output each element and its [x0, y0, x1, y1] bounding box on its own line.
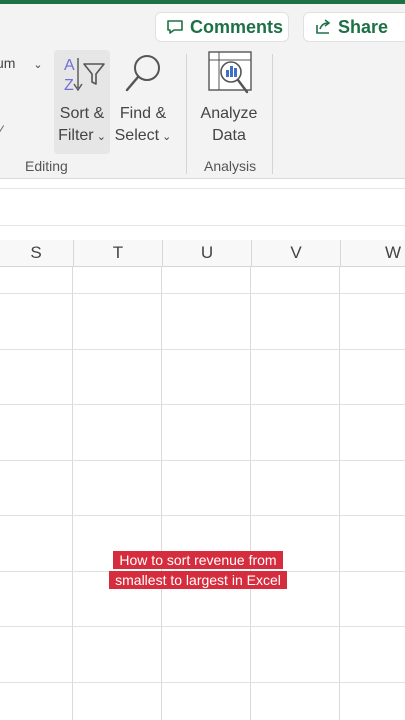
autosum-label: um: [0, 55, 16, 71]
grid-line: [0, 460, 405, 461]
analyze-data-icon: [208, 51, 252, 94]
chevron-down-icon: ⌄: [93, 131, 106, 143]
column-header-v[interactable]: V: [251, 240, 340, 266]
chevron-down-icon: ⌄: [33, 59, 43, 71]
video-caption: How to sort revenue from smallest to lar…: [103, 550, 293, 590]
grid-line: [72, 266, 73, 720]
chevron-down-icon: ⌄: [159, 131, 172, 143]
group-separator: [272, 54, 273, 174]
grid-line: [0, 293, 405, 294]
magnifier-icon: [125, 55, 160, 92]
caption-text: How to sort revenue from smallest to lar…: [109, 551, 287, 589]
group-label-editing: Editing: [25, 158, 68, 174]
svg-text:A: A: [64, 57, 75, 74]
sort-filter-button[interactable]: A Z Sort & Filter ⌄: [54, 50, 110, 154]
group-separator: [186, 54, 187, 174]
share-button[interactable]: Share: [303, 12, 405, 42]
group-label-analysis: Analysis: [204, 158, 257, 174]
autosum-partial[interactable]: um ⌄: [0, 52, 43, 76]
analyze-data-label-2: Data: [212, 127, 246, 144]
column-header-s[interactable]: S: [0, 240, 72, 266]
share-label: Share: [338, 16, 389, 37]
analyze-data-button[interactable]: Analyze Data: [196, 50, 262, 147]
grid-line: [0, 515, 405, 516]
grid-line: [0, 349, 405, 350]
title-bar: Comments Share: [0, 0, 405, 46]
column-header-t[interactable]: T: [73, 240, 162, 266]
formula-bar[interactable]: [0, 188, 405, 226]
sort-filter-label-1: Sort &: [59, 105, 105, 122]
find-select-button[interactable]: Find & Select ⌄: [112, 50, 174, 148]
column-header-w[interactable]: W: [340, 240, 405, 266]
comments-button[interactable]: Comments: [155, 12, 289, 42]
share-icon: [316, 19, 331, 34]
column-headers: S T U V W: [0, 240, 405, 267]
sort-filter-label-2: Filter: [58, 127, 94, 144]
find-select-label-2: Select: [114, 127, 160, 144]
column-header-u[interactable]: U: [162, 240, 251, 266]
grid-line: [0, 404, 405, 405]
grid-line: [0, 626, 405, 627]
grid-line: [161, 266, 162, 720]
grid-line: [339, 266, 340, 720]
clear-partial-icon[interactable]: ⁄: [0, 122, 2, 138]
ribbon: um ⌄ ⁄ A Z Sort & Filter ⌄ Find & Select…: [0, 46, 405, 179]
cell-grid[interactable]: [0, 266, 405, 720]
grid-line: [0, 682, 405, 683]
grid-line: [250, 266, 251, 720]
find-select-label-1: Find &: [119, 105, 167, 122]
sort-filter-icon: A Z: [64, 57, 105, 94]
comments-label: Comments: [190, 16, 284, 37]
svg-text:Z: Z: [64, 77, 74, 94]
analyze-data-label-1: Analyze: [200, 105, 258, 122]
comment-icon: [167, 20, 183, 34]
